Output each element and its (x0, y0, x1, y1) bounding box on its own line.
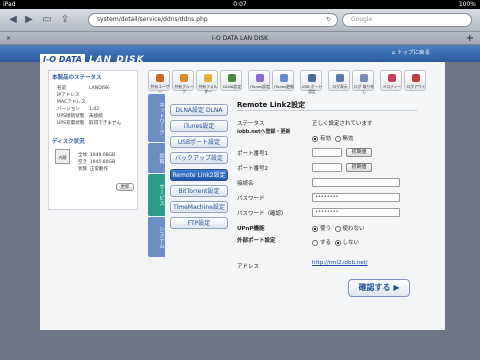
upnp-label: UPnP機能 (237, 226, 265, 232)
reload-icon[interactable]: ↻ (326, 14, 331, 26)
form-title: Remote Link2設定 (237, 101, 306, 109)
tab-service[interactable]: サービス (148, 174, 165, 216)
folder-icon (204, 74, 212, 82)
port1-input[interactable] (312, 148, 342, 157)
battery-level: 100% (458, 1, 476, 8)
log-button[interactable]: ログ表示 (328, 70, 350, 91)
itunes-update-icon (280, 74, 288, 82)
iobb-on-radio[interactable] (312, 135, 318, 142)
status-row: IPアドレス (57, 93, 80, 98)
external-on-radio[interactable] (312, 239, 318, 246)
service-usb-button[interactable]: USBポート設定 (170, 136, 228, 148)
status-row: UPS充電状態 取得できません (57, 121, 122, 126)
disk-row: 全体 1949.08GB (78, 153, 116, 158)
refresh-button[interactable]: 更新 (116, 183, 134, 191)
tab-system[interactable]: システム (148, 217, 165, 257)
itunes-update-button[interactable]: iTunes更新 (272, 70, 294, 91)
password-input[interactable]: •••••••• (312, 193, 400, 202)
status-value: 正しく設定されています (312, 121, 373, 127)
logout-icon (412, 74, 420, 82)
disk-status-title: ディスク状況 (52, 139, 85, 145)
tab-network[interactable]: ネットワーク (148, 94, 165, 142)
search-placeholder: Google (351, 16, 373, 23)
back-to-top-link[interactable]: ⌂ トップに戻る (392, 48, 430, 59)
itunes-icon (256, 74, 264, 82)
usb-icon (308, 74, 316, 82)
address-bar[interactable]: system/detail/service/ddns/ddns.php ↻ (88, 13, 338, 27)
clock: 0:07 (233, 1, 247, 8)
service-timemachine-button[interactable]: TimeMachine設定 (170, 201, 228, 213)
share-icon[interactable]: ⇪ (58, 14, 72, 26)
dlna-button[interactable]: DLNA設定 (220, 70, 242, 91)
status-label: ステータス (237, 121, 265, 127)
password-confirm-label: パスワード（確認） (237, 211, 287, 217)
external-port-label: 外部ポート設定 (237, 238, 276, 244)
connection-name-input[interactable] (312, 178, 400, 187)
service-remote-link2-button[interactable]: Remote Link2設定 (170, 169, 228, 181)
title-divider (237, 110, 417, 111)
external-off-radio[interactable] (334, 239, 341, 246)
address-link[interactable]: http://rml2.iobb.net/ (312, 260, 368, 266)
port2-label: ポート番号2 (237, 166, 268, 172)
users-icon (156, 74, 164, 82)
service-ftp-button[interactable]: FTP設定 (170, 217, 228, 229)
status-row: MACアドレス (57, 100, 86, 105)
address-label: アドレス (237, 264, 260, 270)
service-dlna-button[interactable]: DLNA設定 DLNA (170, 104, 228, 116)
logo: I-O DATA LAN DISK (40, 47, 145, 66)
status-row: UPS接続状態 未接続 (57, 114, 103, 119)
status-bar: iPad 0:07 100% (0, 0, 480, 9)
folders-button[interactable]: 共有フォルダー (196, 70, 218, 94)
usb-button[interactable]: USB ポート設定 (300, 70, 322, 94)
back-icon[interactable]: ◀ (6, 14, 20, 26)
disk-row: 空き 1945.80GB (78, 160, 116, 165)
itunes-button[interactable]: iTunes設定 (248, 70, 270, 91)
disk-row: 状態 正常動作 (78, 167, 108, 172)
disk-icon: 内蔵 (55, 149, 70, 164)
iobb-off-radio[interactable] (334, 135, 341, 142)
upnp-on-radio[interactable] (312, 225, 318, 232)
external-port-radio-group: する しない (312, 238, 359, 246)
service-backup-button[interactable]: バックアップ設定 (170, 152, 228, 164)
tab-title[interactable]: I-O DATA LAN DISK (0, 32, 480, 45)
upnp-off-radio[interactable] (334, 225, 341, 232)
eject-icon (360, 74, 368, 82)
connection-label: 接続名 (237, 181, 254, 187)
groups-button[interactable]: 共有グループ (172, 70, 194, 94)
tab-share[interactable]: 共有 (148, 143, 165, 173)
port2-input[interactable] (312, 163, 342, 172)
upnp-radio-group: 使う 使わない (312, 224, 365, 232)
logout-button[interactable]: ログアウト (404, 70, 426, 91)
status-panel-title: 本製品のステータス (52, 75, 102, 81)
bookmarks-icon[interactable]: ▭ (40, 14, 54, 26)
service-itunes-button[interactable]: iTunes設定 (170, 120, 228, 132)
port1-label: ポート番号1 (237, 151, 268, 157)
password-label: パスワード (237, 196, 265, 202)
port2-init-button[interactable]: 初期値 (346, 163, 372, 172)
forward-icon[interactable]: ▶ (22, 14, 36, 26)
confirm-button[interactable]: 確認する ▶ (348, 279, 410, 297)
dlna-icon (228, 74, 236, 82)
iobb-label: iobb.netへ登録・更新 (237, 129, 291, 135)
users-button[interactable]: 共有ユーザー (148, 70, 170, 94)
page-header: I-O DATA LAN DISK ⌂ トップに戻る (0, 45, 480, 66)
log-icon (336, 74, 344, 82)
browser-toolbar: ◀ ▶ ▭ ⇪ system/detail/service/ddns/ddns.… (0, 9, 480, 32)
service-bittorrent-button[interactable]: BitTorrent設定 (170, 185, 228, 197)
melody-button[interactable]: メロディー (380, 70, 402, 91)
melody-icon (388, 74, 396, 82)
group-icon (180, 74, 188, 82)
password-confirm-input[interactable]: •••••••• (312, 208, 400, 217)
new-tab-icon[interactable]: + (466, 32, 474, 45)
url-text: system/detail/service/ddns/ddns.php (97, 16, 208, 23)
eject-button[interactable]: ログ 取り外し (352, 70, 374, 94)
status-row: バージョン 1.02 (57, 107, 100, 112)
iobb-radio-group: 有効 無効 (312, 134, 354, 142)
tab-bar: × I-O DATA LAN DISK + (0, 32, 480, 45)
status-row: 名前 LANDISK- (57, 86, 111, 91)
search-input[interactable]: Google (342, 13, 472, 27)
port1-init-button[interactable]: 初期値 (346, 148, 372, 157)
